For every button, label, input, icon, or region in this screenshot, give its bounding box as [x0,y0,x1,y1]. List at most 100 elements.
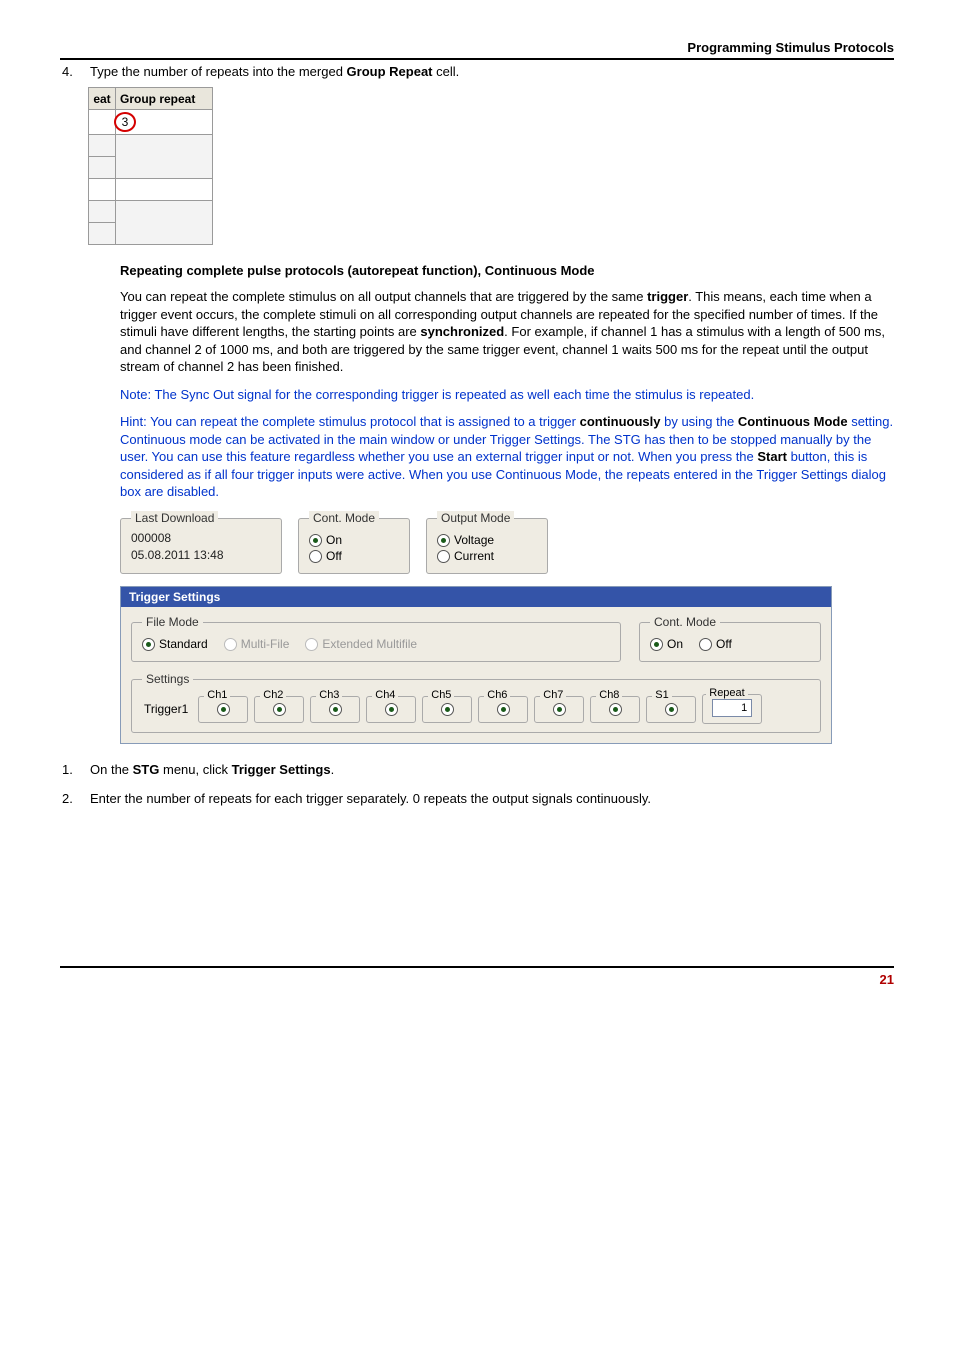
radio-dot-icon [497,703,510,716]
step-4-pre: Type the number of repeats into the merg… [90,64,347,79]
radio-dot-icon [142,638,155,651]
label-on: On [326,533,342,547]
channel-ch4[interactable]: Ch4 [366,696,416,723]
trigger-settings-title: Trigger Settings [121,587,831,607]
channel-ch1[interactable]: Ch1 [198,696,248,723]
page-number: 21 [60,966,894,987]
ch-label: S1 [652,689,671,701]
label-voltage: Voltage [454,533,494,547]
step-2-number: 2. [60,791,90,806]
gui-row-1: Last Download 000008 05.08.2011 13:48 Co… [120,511,894,574]
s1-t1: On the [90,762,133,777]
radio-file-standard[interactable]: Standard [142,637,208,651]
ch-label: Ch6 [484,689,510,701]
p1-t1: You can repeat the complete stimulus on … [120,289,647,304]
radio-dot-icon [224,638,237,651]
s1-t3: . [331,762,335,777]
cell-r3-c1 [89,157,116,179]
ch-label: Ch3 [316,689,342,701]
hint-b1: continuously [580,414,661,429]
radio-file-multi: Multi-File [224,637,290,651]
p1-b2: synchronized [420,324,504,339]
s1-t2: menu, click [159,762,231,777]
channel-ch7[interactable]: Ch7 [534,696,584,723]
ch-label: Ch1 [204,689,230,701]
cell-merged-r2 [116,135,213,179]
hint-b2: Continuous Mode [738,414,848,429]
col-eat: eat [89,88,116,110]
radio-dot-icon [553,703,566,716]
ch-label: Ch7 [540,689,566,701]
cell-r5-c1 [89,201,116,223]
step-4-number: 4. [60,64,90,79]
paragraph-1: You can repeat the complete stimulus on … [120,288,894,376]
fieldset-output-mode: Output Mode Voltage Current [426,511,548,574]
radio-trigger-cont-on[interactable]: On [650,637,683,651]
channel-ch6[interactable]: Ch6 [478,696,528,723]
group-repeat-table: eat Group repeat 3 [88,87,213,245]
channel-s1[interactable]: S1 [646,696,696,723]
radio-dot-icon [305,638,318,651]
step-4-bold: Group Repeat [347,64,433,79]
radio-trigger-cont-off[interactable]: Off [699,637,732,651]
cell-r6-c1 [89,223,116,245]
fieldset-last-download: Last Download 000008 05.08.2011 13:48 [120,511,282,574]
step-4-post: cell. [433,64,460,79]
ch-label: Ch4 [372,689,398,701]
fieldset-file-mode: File Mode Standard Multi-File Extended M… [131,615,621,662]
fieldset-settings: Settings Trigger1 Ch1 Ch2 Ch3 Ch4 Ch5 Ch… [131,672,821,733]
label-ext: Extended Multifile [322,637,417,651]
legend-trigger-cont-mode: Cont. Mode [650,615,720,629]
cell-r4-c2 [116,179,213,201]
step-2-text: Enter the number of repeats for each tri… [90,791,894,806]
ch-label: Ch8 [596,689,622,701]
channel-ch8[interactable]: Ch8 [590,696,640,723]
radio-cont-on[interactable]: On [309,533,399,547]
fieldset-cont-mode: Cont. Mode On Off [298,511,410,574]
last-download-id: 000008 [131,531,271,545]
trigger1-label: Trigger1 [144,702,188,716]
legend-file-mode: File Mode [142,615,203,629]
radio-file-ext: Extended Multifile [305,637,417,651]
cell-group-repeat-1: 3 [116,110,213,135]
step-1-number: 1. [60,762,90,777]
hint-t1: Hint: You can repeat the complete stimul… [120,414,580,429]
radio-output-current[interactable]: Current [437,549,537,563]
channel-ch2[interactable]: Ch2 [254,696,304,723]
s1-b2: Trigger Settings [232,762,331,777]
note-text: Note: The Sync Out signal for the corres… [120,386,894,404]
legend-settings: Settings [142,672,193,686]
p1-b1: trigger [647,289,688,304]
repeat-box: Repeat 1 [702,694,762,724]
radio-dot-icon [309,550,322,563]
repeat-input[interactable]: 1 [712,699,752,717]
ch-label: Ch5 [428,689,454,701]
radio-dot-icon [441,703,454,716]
label-standard: Standard [159,637,208,651]
step-4-text: Type the number of repeats into the merg… [90,64,894,79]
radio-dot-icon [273,703,286,716]
cell-merged-r5 [116,201,213,245]
legend-last-download: Last Download [131,511,218,525]
repeat-label: Repeat [706,687,747,699]
repeat-value-highlight: 3 [114,112,136,132]
radio-dot-icon [437,550,450,563]
col-group-repeat: Group repeat [116,88,213,110]
page-header: Programming Stimulus Protocols [60,40,894,60]
label-cont-off: Off [716,637,732,651]
trigger-settings-panel: Trigger Settings File Mode Standard Mult… [120,586,832,744]
radio-cont-off[interactable]: Off [309,549,399,563]
label-current: Current [454,549,494,563]
label-cont-on: On [667,637,683,651]
last-download-time: 05.08.2011 13:48 [131,548,271,562]
channel-ch3[interactable]: Ch3 [310,696,360,723]
hint-b3: Start [757,449,787,464]
section-heading: Repeating complete pulse protocols (auto… [120,263,894,278]
radio-dot-icon [217,703,230,716]
cell-r2-c1 [89,135,116,157]
radio-dot-icon [699,638,712,651]
hint-t2: by using the [661,414,738,429]
radio-dot-icon [309,534,322,547]
radio-output-voltage[interactable]: Voltage [437,533,537,547]
channel-ch5[interactable]: Ch5 [422,696,472,723]
